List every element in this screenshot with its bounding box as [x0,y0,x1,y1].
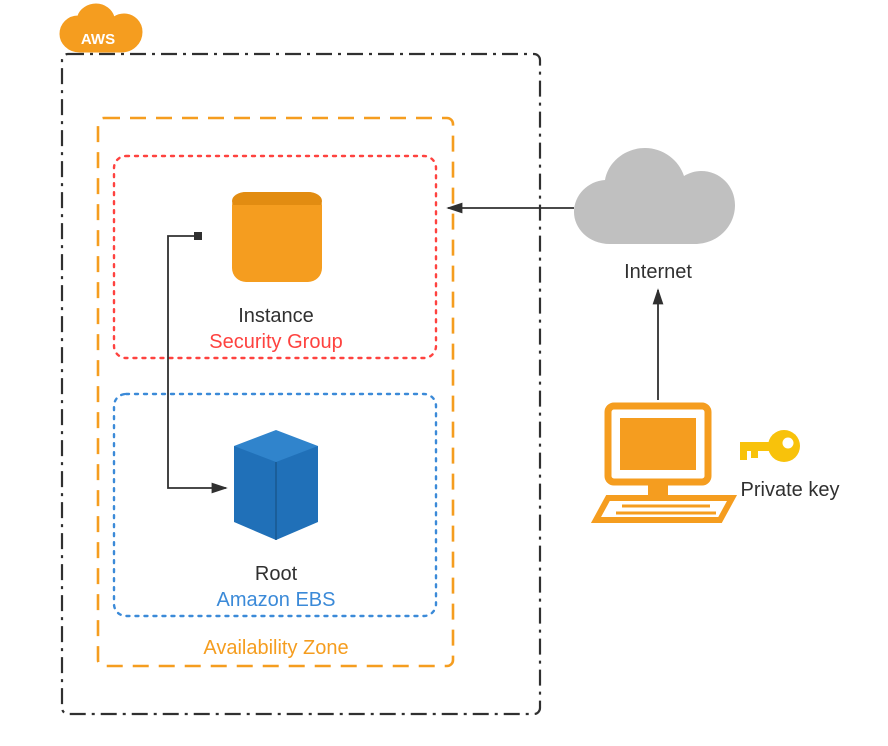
arrow-instance-to-root [168,236,226,488]
internet-label: Internet [624,261,692,283]
instance-icon [232,192,322,282]
workstation-icon [596,406,732,520]
internet-cloud-icon [574,148,735,244]
arrow-origin-dot [194,232,202,240]
instance-label: Instance [238,305,314,327]
root-volume-icon [234,430,318,540]
aws-cloud-icon: AWS [60,4,142,52]
availability-zone-label: Availability Zone [203,637,348,659]
private-key-icon [740,430,800,462]
amazon-ebs-label: Amazon EBS [217,589,336,611]
root-label: Root [255,563,298,585]
private-key-label: Private key [741,479,840,501]
aws-label: AWS [81,31,115,48]
security-group-label: Security Group [209,331,342,353]
